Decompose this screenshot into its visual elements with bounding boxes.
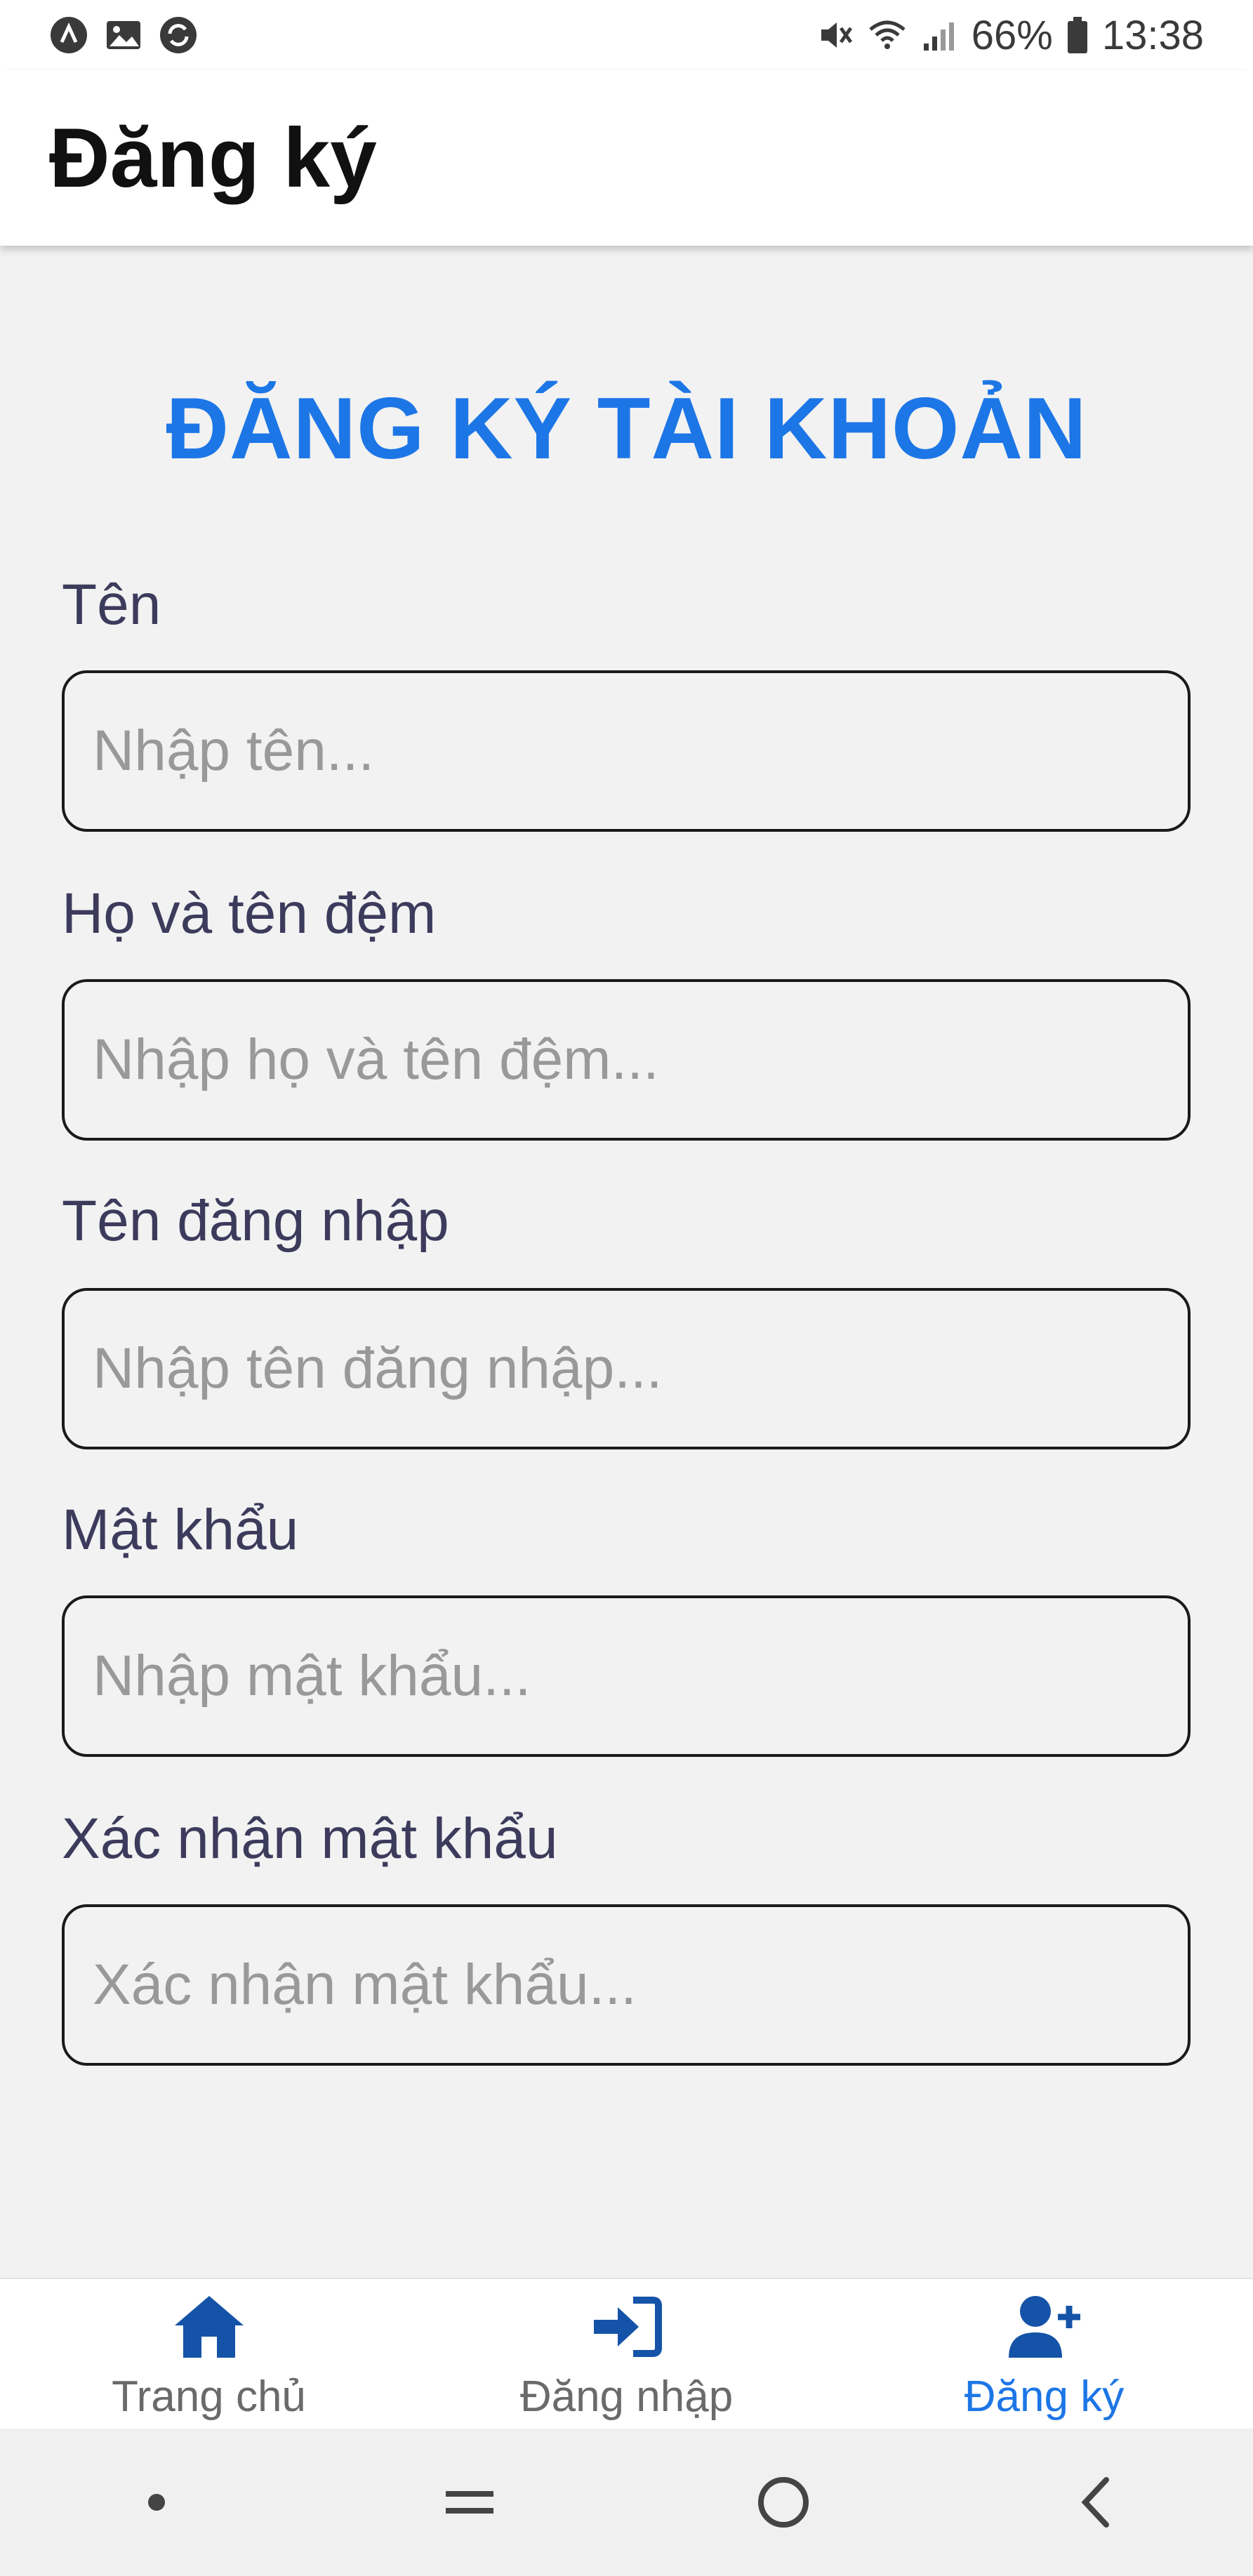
form-heading: ĐĂNG KÝ TÀI KHOẢN [166, 380, 1087, 477]
battery-percent: 66% [971, 12, 1053, 58]
back-button[interactable] [1047, 2453, 1146, 2551]
first-name-label: Tên [62, 573, 161, 637]
system-nav-bar [0, 2429, 1253, 2576]
status-right-icons: 66% 13:38 [816, 12, 1204, 59]
sync-icon [159, 15, 198, 55]
home-circle-icon [757, 2477, 809, 2528]
home-icon [174, 2296, 244, 2358]
mute-icon [816, 15, 855, 55]
page-title: Đăng ký [49, 111, 377, 205]
image-icon [104, 15, 143, 55]
username-input[interactable] [62, 1288, 1191, 1449]
clock: 13:38 [1101, 12, 1204, 58]
tab-login-label: Đăng nhập [519, 2372, 734, 2421]
status-left-icons [49, 15, 198, 55]
username-label: Tên đăng nhập [62, 1189, 449, 1253]
dot-icon [148, 2494, 166, 2511]
first-name-input[interactable] [62, 670, 1191, 832]
tab-home[interactable]: Trang chủ [0, 2279, 418, 2429]
tab-home-label: Trang chủ [112, 2372, 306, 2421]
tab-login[interactable]: Đăng nhập [418, 2279, 835, 2429]
tab-register[interactable]: Đăng ký [835, 2279, 1253, 2429]
battery-icon [1066, 15, 1089, 55]
nav-dot-button[interactable] [107, 2453, 206, 2551]
wifi-icon [868, 15, 907, 55]
confirm-password-label: Xác nhận mật khẩu [62, 1807, 558, 1871]
tab-register-label: Đăng ký [964, 2372, 1125, 2421]
sign-in-icon [593, 2297, 662, 2357]
status-bar: 66% 13:38 [0, 0, 1253, 70]
confirm-password-input[interactable] [62, 1904, 1191, 2066]
password-label: Mật khẩu [62, 1498, 299, 1562]
bottom-tab-bar: Trang chủ Đăng nhập Đăng ký [0, 2278, 1253, 2429]
app-bar: Đăng ký [0, 70, 1253, 246]
a-badge-icon [49, 15, 88, 55]
password-input[interactable] [62, 1595, 1191, 1757]
back-icon [1081, 2477, 1109, 2528]
recents-button[interactable] [420, 2453, 519, 2551]
last-name-input[interactable] [62, 979, 1191, 1141]
home-button[interactable] [734, 2453, 833, 2551]
user-plus-icon [1008, 2296, 1080, 2358]
last-name-label: Họ và tên đệm [62, 882, 437, 945]
signal-icon [920, 15, 959, 55]
recents-icon [446, 2491, 494, 2514]
